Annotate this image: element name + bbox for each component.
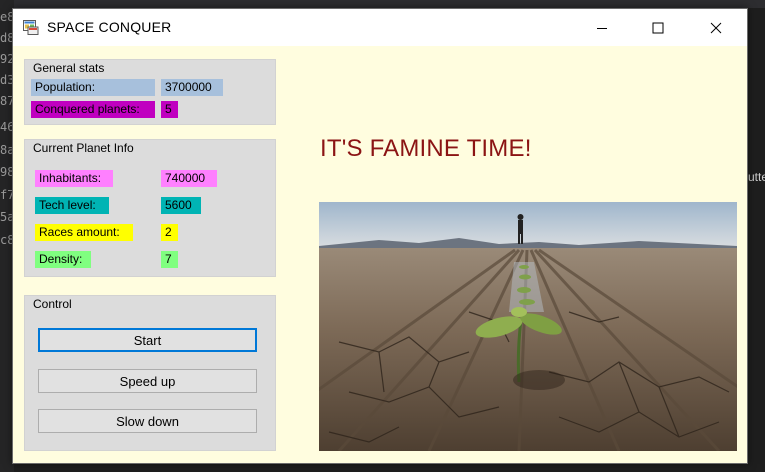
client-area: General stats Population: 3700000 Conque… (13, 46, 747, 463)
population-value: 3700000 (161, 79, 223, 96)
planet-info-title: Current Planet Info (33, 141, 134, 155)
inhabitants-label: Inhabitants: (35, 170, 113, 187)
app-window: SPACE CONQUER General stats Population: … (12, 8, 748, 464)
window-title: SPACE CONQUER (47, 19, 172, 35)
start-button[interactable]: Start (38, 328, 257, 352)
app-icon (23, 20, 39, 35)
title-bar[interactable]: SPACE CONQUER (13, 9, 747, 46)
maximize-icon (652, 22, 664, 33)
density-value: 7 (161, 251, 178, 268)
close-icon (710, 22, 722, 33)
general-stats-title: General stats (33, 61, 105, 75)
speed-up-button[interactable]: Speed up (38, 369, 257, 393)
famine-photo (319, 202, 737, 451)
population-label: Population: (31, 79, 155, 96)
slow-down-button[interactable]: Slow down (38, 409, 257, 433)
races-amount-label: Races amount: (35, 224, 133, 241)
minimize-button[interactable] (579, 9, 625, 46)
tech-level-label: Tech level: (35, 197, 109, 214)
background-text-fragment: utte (748, 170, 765, 184)
background-strip (0, 0, 765, 8)
planet-info-group: Current Planet Info Inhabitants: 740000 … (24, 139, 276, 277)
general-stats-group: General stats Population: 3700000 Conque… (24, 59, 276, 125)
close-button[interactable] (693, 9, 739, 46)
density-label: Density: (35, 251, 91, 268)
conquered-planets-label: Conquered planets: (31, 101, 155, 118)
control-title: Control (33, 297, 72, 311)
tech-level-value: 5600 (161, 197, 201, 214)
event-headline: IT'S FAMINE TIME! (320, 135, 532, 162)
maximize-button[interactable] (635, 9, 681, 46)
inhabitants-value: 740000 (161, 170, 217, 187)
control-group: Control Start Speed up Slow down (24, 295, 276, 451)
conquered-planets-value: 5 (161, 101, 178, 118)
minimize-icon (597, 27, 607, 29)
races-amount-value: 2 (161, 224, 178, 241)
